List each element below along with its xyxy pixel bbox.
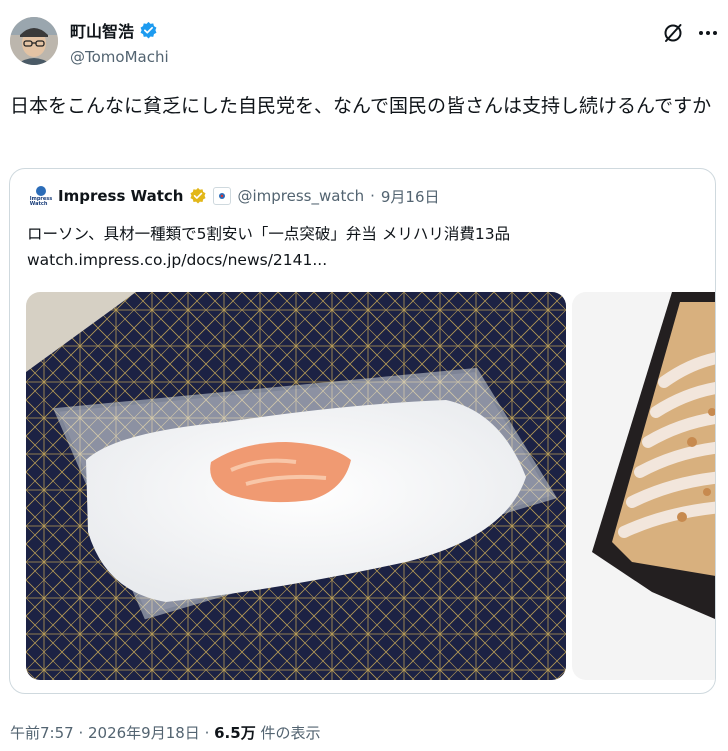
dessert-photo: [572, 292, 715, 680]
quote-card[interactable]: Impress Watch Impress Watch @impress_wat…: [9, 168, 716, 694]
more-dot: [699, 31, 703, 35]
meta-separator: ·: [199, 724, 215, 742]
tweet-text: 日本をこんなに貧乏にした自民党を、なんで国民の皆さんは支持し続けるんですか: [10, 95, 712, 117]
avatar-image: [10, 17, 58, 65]
quote-header: Impress Watch Impress Watch @impress_wat…: [30, 185, 440, 207]
quote-date[interactable]: 9月16日: [381, 186, 440, 207]
quote-text: ローソン、具材一種類で5割安い「一点突破」弁当 メリハリ消費13品 watch.…: [27, 221, 707, 273]
view-label: 件の表示: [255, 724, 321, 742]
author-name-row[interactable]: 町山智浩: [70, 18, 158, 42]
quote-separator: ·: [370, 187, 375, 205]
tweet-meta: 午前7:57 · 2026年9月18日 · 6.5万 件の表示: [10, 722, 320, 743]
salmon-bento-photo: [26, 292, 566, 680]
author-handle[interactable]: @TomoMachi: [70, 48, 169, 66]
dessert-image[interactable]: [572, 292, 715, 680]
more-dot: [706, 31, 710, 35]
quote-link[interactable]: watch.impress.co.jp/docs/news/2141...: [27, 247, 707, 273]
quote-headline: ローソン、具材一種類で5割安い「一点突破」弁当 メリハリ消費13品: [27, 225, 511, 243]
quote-author-name[interactable]: Impress Watch: [58, 187, 183, 205]
verified-gold-badge-icon: [190, 187, 207, 204]
meta-separator: ·: [73, 724, 88, 742]
tweet-date[interactable]: 2026年9月18日: [88, 724, 200, 742]
more-icon[interactable]: [696, 22, 720, 44]
avatar[interactable]: [10, 17, 58, 65]
grok-icon[interactable]: [662, 22, 684, 44]
tweet-time[interactable]: 午前7:57: [10, 724, 74, 742]
impress-watch-logo: Impress Watch: [30, 185, 52, 207]
more-dot: [713, 31, 717, 35]
view-count: 6.5万: [214, 724, 256, 742]
affiliate-badge-icon: [213, 187, 232, 205]
bento-image[interactable]: [26, 292, 566, 680]
verified-badge-icon: [140, 21, 157, 38]
author-display-name[interactable]: 町山智浩: [70, 18, 134, 42]
quote-author-handle[interactable]: @impress_watch: [237, 187, 364, 205]
